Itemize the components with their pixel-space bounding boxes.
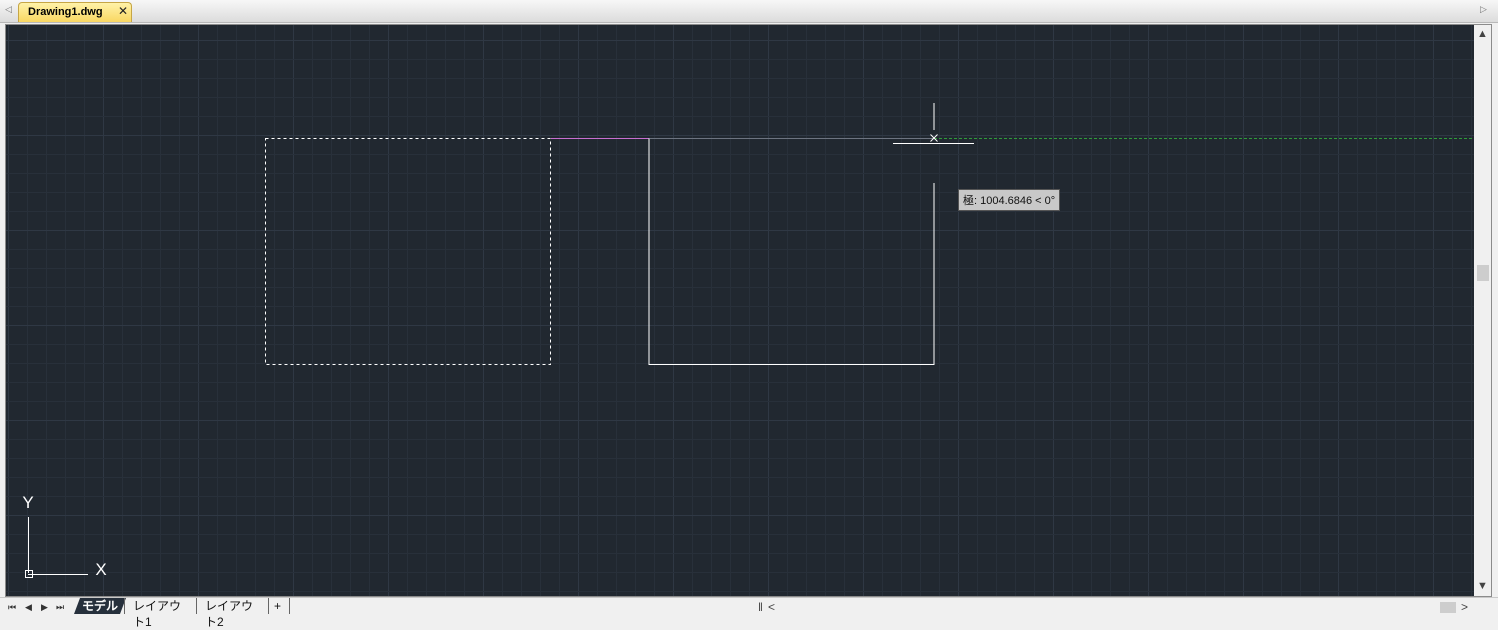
document-tab-strip: ◁ Drawing1.dwg ✕ ▷ — [0, 0, 1498, 23]
model-space-svg[interactable]: Y X — [6, 25, 1474, 596]
drawing-canvas[interactable]: Y X 極: 1004.6846 < 0° — [6, 25, 1474, 596]
tab-layout2[interactable]: レイアウト2 — [196, 598, 270, 629]
first-tab-icon[interactable]: ⏮ — [8, 602, 16, 613]
scroll-left-icon[interactable]: < — [768, 600, 775, 614]
layout-tab-bar: ⏮ ◀ ▶ ⏭ モデル レイアウト1 レイアウト2 + ‖ < > — [0, 597, 1498, 629]
add-layout-button[interactable]: + — [268, 598, 290, 614]
tab-scroll-right-icon[interactable]: ▷ — [1480, 4, 1487, 15]
splitter-handle-icon[interactable]: ‖ — [758, 600, 763, 614]
document-tab-label: Drawing1.dwg — [28, 6, 103, 18]
tab-scroll-left-icon[interactable]: ◁ — [5, 4, 12, 15]
horizontal-scroll-thumb[interactable] — [1440, 602, 1456, 613]
tab-layout1[interactable]: レイアウト1 — [124, 598, 198, 629]
ucs-y-label: Y — [22, 493, 33, 512]
tab-model[interactable]: モデル — [74, 598, 126, 614]
scroll-up-icon[interactable]: ▲ — [1474, 27, 1491, 41]
canvas-background — [6, 25, 1474, 596]
scroll-right-icon[interactable]: > — [1461, 600, 1468, 614]
vertical-scroll-thumb[interactable] — [1477, 265, 1489, 281]
close-icon[interactable]: ✕ — [118, 4, 128, 18]
polar-tooltip: 極: 1004.6846 < 0° — [958, 189, 1061, 211]
document-tab-drawing1[interactable]: Drawing1.dwg ✕ — [18, 2, 132, 22]
last-tab-icon[interactable]: ⏭ — [56, 602, 64, 613]
next-tab-icon[interactable]: ▶ — [41, 602, 48, 613]
previous-tab-icon[interactable]: ◀ — [25, 602, 32, 613]
scroll-down-icon[interactable]: ▼ — [1474, 579, 1491, 593]
vertical-scrollbar[interactable]: ▲ ▼ — [1474, 25, 1491, 596]
ucs-x-label: X — [95, 560, 106, 579]
